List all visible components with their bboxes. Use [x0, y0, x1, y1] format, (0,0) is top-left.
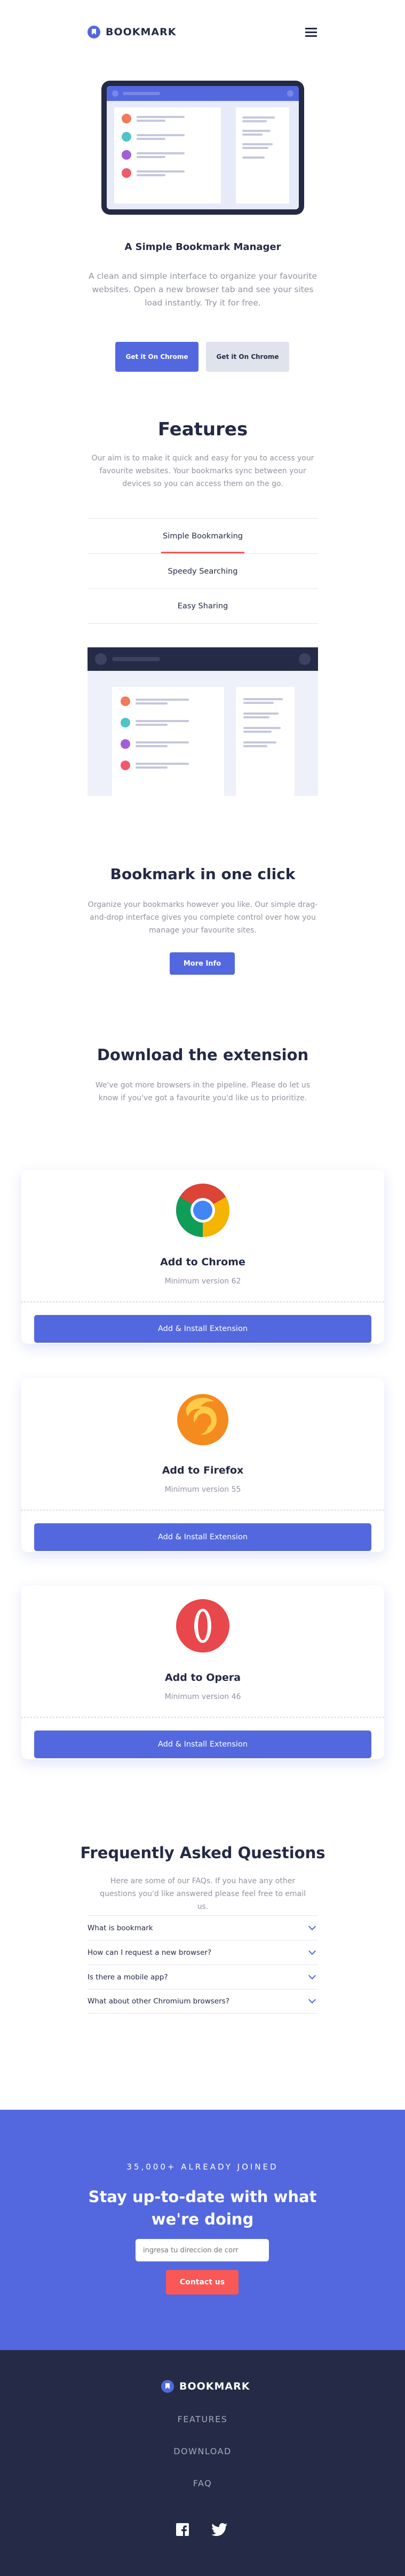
opera-icon [176, 1599, 229, 1653]
download-description: We've got more browsers in the pipeline.… [95, 1081, 311, 1102]
faq-description: Here are some of our FAQs. If you have a… [100, 1877, 306, 1911]
card-title: Add to Opera [164, 1672, 241, 1684]
extension-card-opera: Add to Opera Minimum version 46 Add & In… [21, 1585, 384, 1759]
email-field[interactable] [136, 2239, 269, 2261]
chevron-down-icon [308, 1947, 316, 1955]
bookmark-icon [161, 2380, 174, 2393]
chrome-icon [176, 1184, 229, 1237]
bookmark-icon [88, 26, 100, 38]
site-header: BOOKMARK [88, 21, 317, 43]
footer-link-download[interactable]: DOWNLOAD [0, 2446, 405, 2456]
faq-item[interactable]: What is bookmark [88, 1915, 318, 1940]
card-title: Add to Firefox [162, 1465, 244, 1476]
site-footer: BOOKMARK FEATURES DOWNLOAD FAQ [0, 2350, 405, 2576]
card-version: Minimum version 55 [164, 1485, 241, 1494]
newsletter-title: Stay up-to-date with what we're doing [88, 2188, 317, 2228]
faq-question: What is bookmark [88, 1923, 153, 1932]
tab-simple-bookmarking[interactable]: Simple Bookmarking [88, 518, 318, 554]
faq-question: How can I request a new browser? [88, 1948, 212, 1957]
faq-list: What is bookmark How can I request a new… [88, 1915, 318, 2014]
more-info-button[interactable]: More Info [170, 952, 235, 975]
faq-item[interactable]: What about other Chromium browsers? [88, 1989, 318, 2014]
footer-logo-text: BOOKMARK [179, 2381, 250, 2392]
add-opera-extension-button[interactable]: Add & Install Extension [34, 1731, 371, 1758]
chevron-down-icon [308, 1995, 316, 2004]
footer-link-faq[interactable]: FAQ [0, 2478, 405, 2488]
features-description: Our aim is to make it quick and easy for… [91, 454, 314, 488]
download-title: Download the extension [97, 1046, 309, 1064]
hero-tablet-illustration [101, 81, 304, 215]
tab-easy-sharing[interactable]: Easy Sharing [88, 589, 318, 624]
extension-card-chrome: Add to Chrome Minimum version 62 Add & I… [21, 1170, 384, 1344]
footer-logo[interactable]: BOOKMARK [161, 2380, 250, 2393]
add-chrome-extension-button[interactable]: Add & Install Extension [34, 1315, 371, 1343]
feature-browser-illustration [88, 647, 318, 796]
faq-item[interactable]: Is there a mobile app? [88, 1964, 318, 1989]
card-version: Minimum version 62 [164, 1277, 241, 1286]
newsletter-eyebrow: 35,000+ ALREADY JOINED [126, 2162, 279, 2172]
twitter-icon[interactable] [211, 2523, 227, 2536]
extension-card-firefox: Add to Firefox Minimum version 55 Add & … [21, 1378, 384, 1552]
firefox-icon [177, 1394, 228, 1445]
get-firefox-button[interactable]: Get it On Chrome [206, 342, 289, 372]
faq-question: Is there a mobile app? [88, 1972, 168, 1982]
feature-panel-description: Organize your bookmarks however you like… [88, 901, 318, 935]
faq-question: What about other Chromium browsers? [88, 1997, 229, 2006]
features-title: Features [157, 419, 248, 440]
feature-panel-title: Bookmark in one click [110, 865, 296, 883]
newsletter-section: 35,000+ ALREADY JOINED Stay up-to-date w… [0, 2110, 405, 2350]
facebook-icon[interactable] [176, 2523, 189, 2536]
faq-title: Frequently Asked Questions [80, 1844, 325, 1862]
hero-title: A Simple Bookmark Manager [124, 241, 281, 253]
get-chrome-button[interactable]: Get it On Chrome [115, 342, 198, 372]
tab-speedy-searching[interactable]: Speedy Searching [88, 553, 318, 589]
hamburger-icon[interactable] [305, 27, 317, 37]
features-tabs: Simple Bookmarking Speedy Searching Easy… [88, 518, 318, 624]
add-firefox-extension-button[interactable]: Add & Install Extension [34, 1523, 371, 1551]
contact-us-button[interactable]: Contact us [166, 2270, 239, 2295]
hero-description: A clean and simple interface to organize… [88, 271, 317, 308]
card-version: Minimum version 46 [164, 1693, 241, 1701]
chevron-down-icon [308, 1922, 316, 1930]
card-title: Add to Chrome [160, 1256, 245, 1268]
footer-link-features[interactable]: FEATURES [0, 2414, 405, 2424]
faq-item[interactable]: How can I request a new browser? [88, 1940, 318, 1964]
logo[interactable]: BOOKMARK [88, 26, 176, 38]
logo-text: BOOKMARK [106, 26, 177, 38]
chevron-down-icon [308, 1971, 316, 1979]
